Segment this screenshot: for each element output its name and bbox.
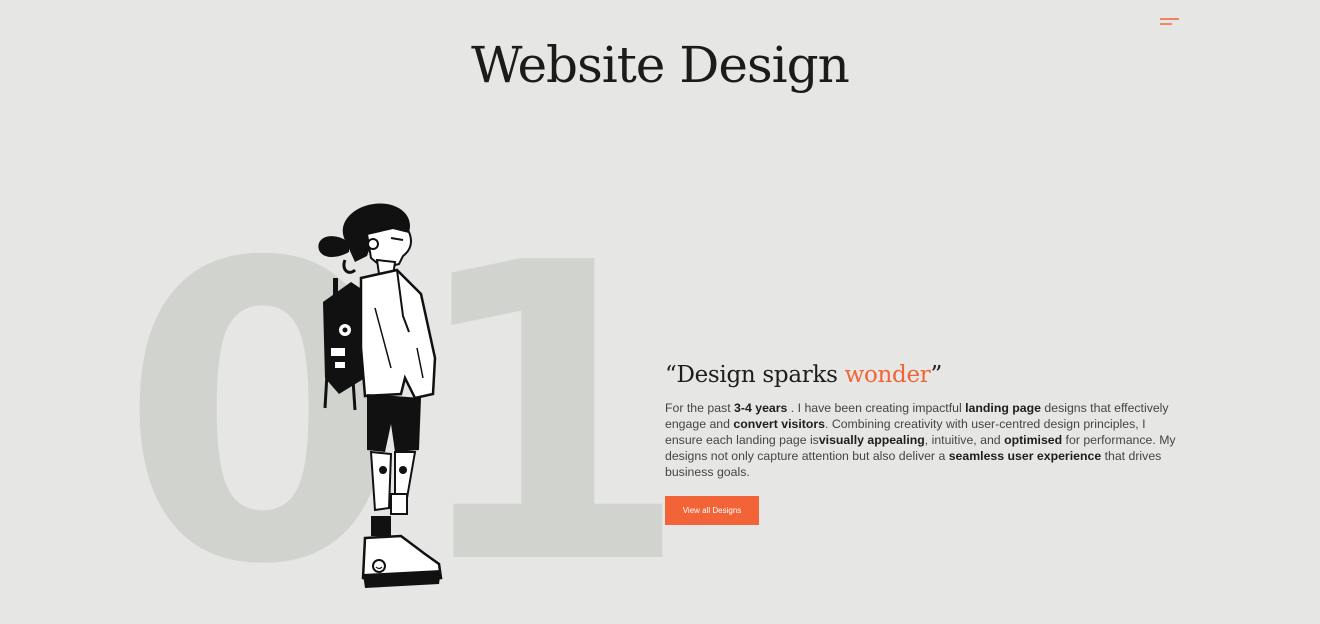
desc-highlight: 3-4 years (734, 401, 788, 415)
quote-close-mark: ” (930, 362, 943, 388)
desc-text: , intuitive, and (924, 433, 1005, 447)
desc-highlight: optimised (1004, 433, 1063, 447)
page: Website Design 01 (0, 0, 1320, 624)
section-content: “Design sparks wonder” For the past 3-4 … (665, 362, 1185, 525)
desc-highlight: landing page (965, 401, 1041, 415)
section-description: For the past 3-4 years . I have been cre… (665, 400, 1185, 480)
quote-text: “Design sparks (665, 362, 845, 388)
desc-highlight: visually appealing (818, 433, 925, 447)
page-title: Website Design (471, 36, 850, 94)
desc-text: . I have been creating impactful (787, 401, 966, 415)
view-all-designs-button[interactable]: View all Designs (665, 496, 759, 525)
quote-accent-word: wonder (844, 362, 931, 388)
section-quote: “Design sparks wonder” (665, 362, 1185, 388)
desc-highlight: seamless user experience (948, 449, 1102, 463)
menu-button[interactable] (1156, 14, 1182, 30)
desc-highlight: convert visitors (733, 417, 825, 431)
standing-girl-with-backpack-illustration (318, 203, 443, 588)
hamburger-menu-icon (1160, 18, 1179, 25)
desc-text: For the past (665, 401, 735, 415)
